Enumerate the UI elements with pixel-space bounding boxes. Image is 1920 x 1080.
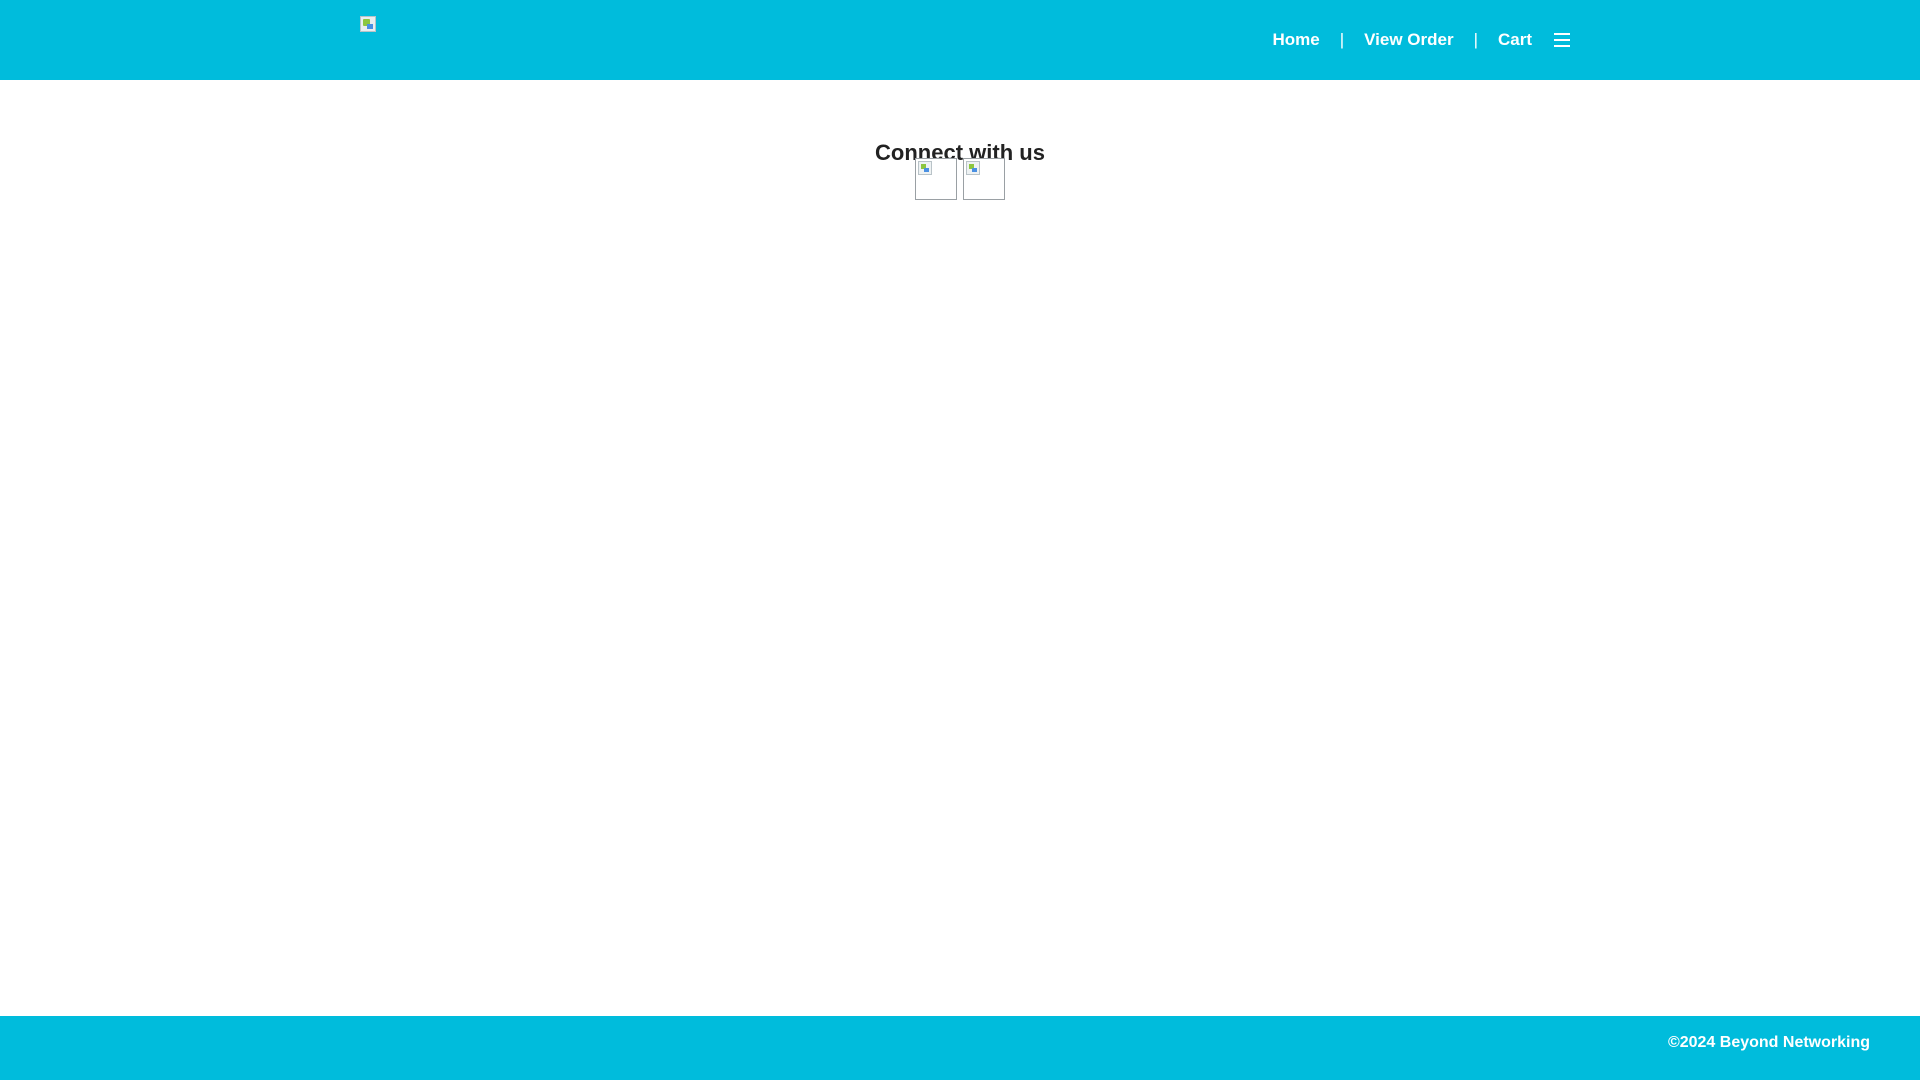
footer: ©2024 Beyond Networking xyxy=(0,1016,1920,1080)
menu-bar xyxy=(1554,33,1570,35)
broken-image-icon xyxy=(918,161,932,175)
main-content: Connect with us xyxy=(0,80,1920,1016)
nav-cart-link[interactable]: Cart xyxy=(1498,30,1532,50)
broken-image-icon[interactable] xyxy=(360,16,376,32)
broken-image-icon xyxy=(966,161,980,175)
copyright-text: ©2024 Beyond Networking xyxy=(1667,1034,1870,1051)
hamburger-menu-icon[interactable] xyxy=(1554,33,1570,47)
nav-home-link[interactable]: Home xyxy=(1272,30,1319,50)
menu-bar xyxy=(1554,39,1570,41)
main-nav: Home | View Order | Cart xyxy=(1272,0,1570,80)
social-links xyxy=(0,158,1920,200)
social-link-1[interactable] xyxy=(915,158,957,200)
social-link-2[interactable] xyxy=(963,158,1005,200)
page: Home | View Order | Cart Connect with us… xyxy=(0,0,1920,1080)
nav-view-order-link[interactable]: View Order xyxy=(1364,30,1453,50)
top-header: Home | View Order | Cart xyxy=(0,0,1920,80)
nav-separator: | xyxy=(1339,30,1345,49)
nav-separator: | xyxy=(1473,30,1478,49)
menu-bar xyxy=(1554,45,1570,47)
